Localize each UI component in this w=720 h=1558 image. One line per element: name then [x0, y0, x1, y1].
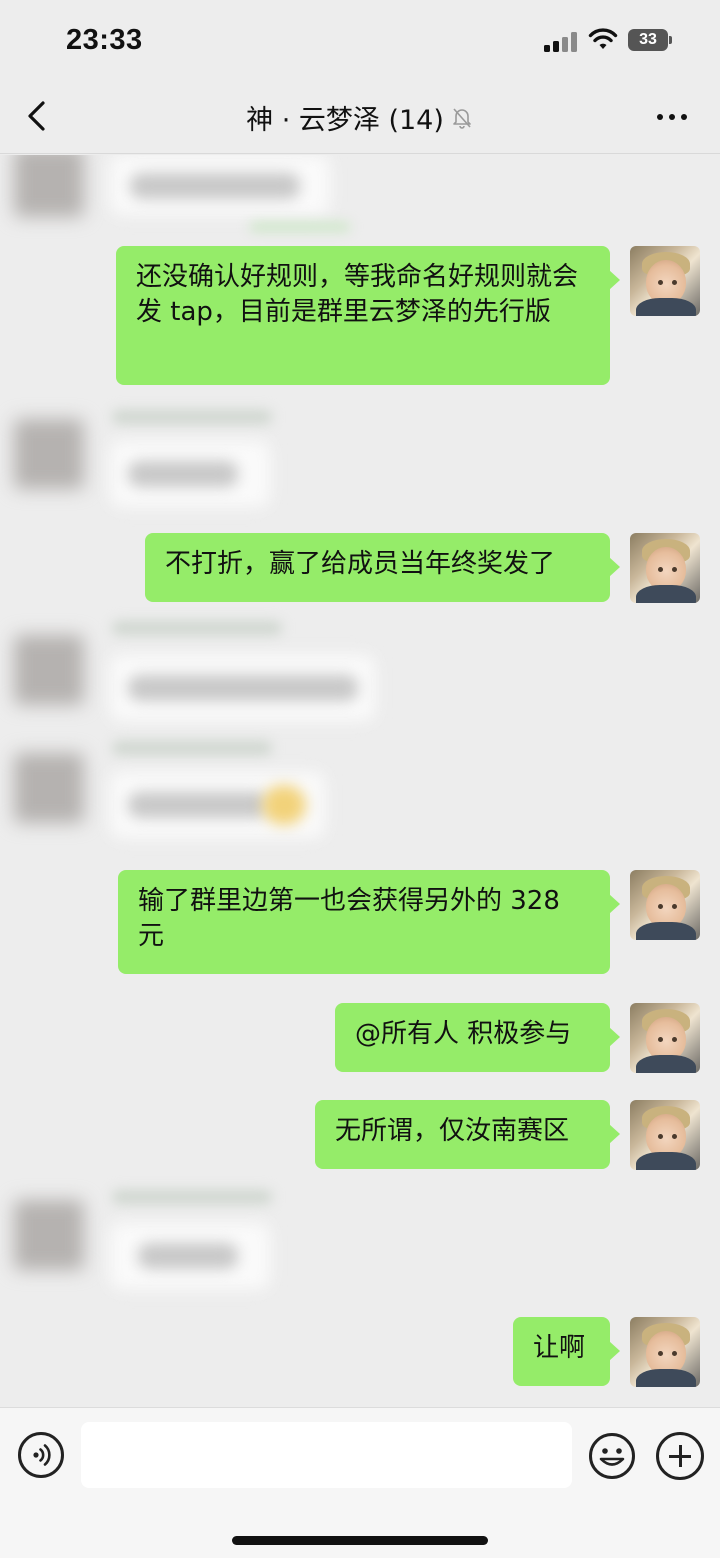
message-bubble[interactable]: 让啊: [513, 1317, 620, 1386]
plus-icon[interactable]: [656, 1432, 704, 1480]
avatar-me[interactable]: [630, 1317, 700, 1387]
message-bubble[interactable]: 不打折，赢了给成员当年终奖发了: [145, 533, 620, 602]
voice-icon[interactable]: [18, 1432, 64, 1478]
status-bar: 23:33 33: [0, 0, 720, 80]
message-input[interactable]: [81, 1422, 572, 1488]
avatar-other[interactable]: [14, 155, 84, 217]
message-bubble[interactable]: @所有人 积极参与: [335, 1003, 620, 1072]
input-bar: [0, 1407, 720, 1558]
battery-level: 33: [628, 29, 668, 51]
battery-icon: 33: [628, 29, 672, 51]
avatar-me[interactable]: [630, 246, 700, 316]
signal-icon: [544, 30, 580, 52]
avatar-other[interactable]: [14, 419, 84, 489]
chat-title: 神 · 云梦泽 (14): [0, 98, 720, 137]
home-indicator[interactable]: [232, 1536, 488, 1545]
avatar-other[interactable]: [14, 1200, 84, 1270]
avatar-me[interactable]: [630, 1100, 700, 1170]
avatar-other[interactable]: [14, 635, 84, 705]
emoji-icon[interactable]: [588, 1432, 636, 1480]
nav-bar: 神 · 云梦泽 (14): [0, 80, 720, 154]
chat-title-text: 神 · 云梦泽 (14): [246, 105, 444, 136]
chat-message-list[interactable]: 还没确认好规则，等我命名好规则就会发 tap，目前是群里云梦泽的先行版 不打折，…: [0, 155, 720, 1407]
message-bubble[interactable]: 无所谓，仅汝南赛区: [315, 1100, 620, 1169]
more-dots-icon[interactable]: [652, 102, 692, 132]
bell-slash-icon: [453, 107, 471, 129]
avatar-me[interactable]: [630, 1003, 700, 1073]
status-time: 23:33: [66, 24, 143, 56]
message-bubble[interactable]: 输了群里边第一也会获得另外的 328 元: [118, 870, 620, 974]
avatar-me[interactable]: [630, 870, 700, 940]
message-bubble[interactable]: 还没确认好规则，等我命名好规则就会发 tap，目前是群里云梦泽的先行版: [116, 246, 620, 385]
avatar-other[interactable]: [14, 753, 84, 823]
wifi-icon: [588, 28, 618, 49]
avatar-me[interactable]: [630, 533, 700, 603]
